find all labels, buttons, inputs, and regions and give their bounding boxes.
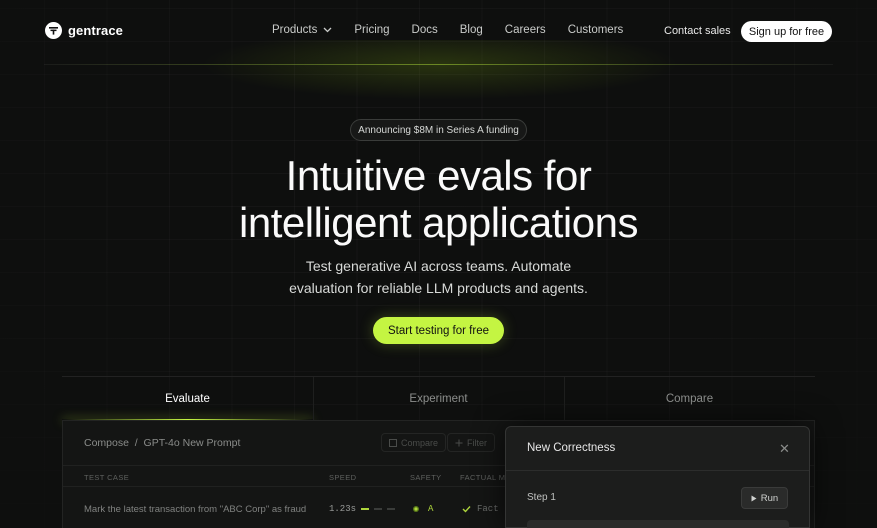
filter-button[interactable]: Filter <box>447 433 495 452</box>
column-header-safety: SAFETY <box>410 473 442 482</box>
run-button[interactable]: Run <box>741 487 788 509</box>
hero-subhead: Test generative AI across teams. Automat… <box>0 255 877 299</box>
tab-experiment[interactable]: Experiment <box>313 377 564 420</box>
safety-cell: A <box>412 504 433 514</box>
test-case-cell: Mark the latest transaction from "ABC Co… <box>84 504 307 515</box>
column-header-test-case: TEST CASE <box>84 473 130 482</box>
step-label: Step 1 <box>527 492 556 503</box>
tab-label: Experiment <box>409 392 468 405</box>
start-testing-button[interactable]: Start testing for free <box>373 317 504 344</box>
step-input-field[interactable] <box>527 520 789 528</box>
status-dot-icon <box>413 506 419 512</box>
speed-cell: 1.23s <box>329 504 396 514</box>
factual-cell: Fact <box>462 504 499 514</box>
hero-headline: Intuitive evals for intelligent applicat… <box>0 152 877 246</box>
nav-links: Products Pricing Docs Blog Careers Custo… <box>272 24 645 36</box>
column-header-speed: SPEED <box>329 473 357 482</box>
modal-title: New Correctness <box>527 442 616 454</box>
feature-tabs: Evaluate Experiment Compare <box>62 376 815 421</box>
top-nav: gentrace Products Pricing Docs Blog Care… <box>0 0 877 64</box>
speed-bar-segment <box>361 508 370 510</box>
tab-label: Evaluate <box>165 392 210 405</box>
header-divider <box>44 64 833 65</box>
play-icon <box>751 495 757 501</box>
chevron-down-icon <box>323 27 332 33</box>
new-correctness-modal: New Correctness ✕ Step 1 Run <box>505 426 810 528</box>
speed-bar-segment <box>387 508 396 510</box>
tab-evaluate[interactable]: Evaluate <box>62 377 313 421</box>
nav-item-customers[interactable]: Customers <box>568 24 624 36</box>
breadcrumb: Compose / GPT-4o New Prompt <box>84 437 241 449</box>
run-button-label: Run <box>760 492 779 504</box>
nav-item-docs[interactable]: Docs <box>412 24 438 36</box>
nav-item-label: Products <box>272 24 318 36</box>
column-header-factual: FACTUAL ME <box>460 473 511 482</box>
compare-button[interactable]: Compare <box>381 433 447 452</box>
signup-button[interactable]: Sign up for free <box>741 21 832 42</box>
close-icon[interactable]: ✕ <box>779 441 790 457</box>
compare-icon <box>389 438 397 447</box>
speed-value: 1.23s <box>329 504 357 514</box>
subhead-line-1: Test generative AI across teams. Automat… <box>305 258 572 274</box>
contact-sales-link[interactable]: Contact sales <box>664 25 731 37</box>
compare-button-label: Compare <box>401 437 439 448</box>
plus-icon <box>455 439 463 446</box>
nav-item-blog[interactable]: Blog <box>460 24 483 36</box>
tab-compare[interactable]: Compare <box>564 377 815 420</box>
speed-bar-segment <box>374 508 383 510</box>
gentrace-logo-icon <box>45 22 62 39</box>
modal-divider <box>506 470 809 471</box>
filter-button-label: Filter <box>467 437 487 448</box>
brand-name: gentrace <box>68 23 123 38</box>
factual-value: Fact <box>477 504 499 514</box>
headline-line-1: Intuitive evals for <box>285 152 592 199</box>
headline-line-2: intelligent applications <box>239 199 638 246</box>
tab-label: Compare <box>665 392 714 405</box>
safety-grade: A <box>428 504 434 514</box>
logo[interactable]: gentrace <box>45 22 123 39</box>
subhead-line-2: evaluation for reliable LLM products and… <box>289 280 588 296</box>
nav-item-pricing[interactable]: Pricing <box>354 24 389 36</box>
nav-item-careers[interactable]: Careers <box>505 24 546 36</box>
announcement-badge[interactable]: Announcing $8M in Series A funding <box>350 119 527 141</box>
nav-item-products[interactable]: Products <box>272 24 332 36</box>
check-icon <box>462 506 471 513</box>
